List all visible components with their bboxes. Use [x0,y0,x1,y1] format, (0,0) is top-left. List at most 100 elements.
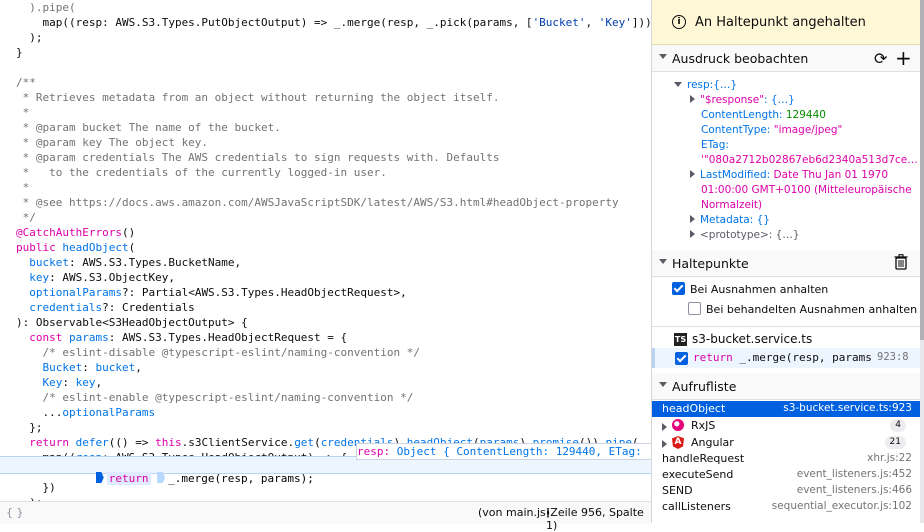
pause-on-caught-exceptions-label: Bei behandelten Ausnahmen anhalten [706,303,918,316]
collapsed-arrow-icon[interactable] [690,95,695,103]
watch-key: resp: [687,79,714,91]
frame-count-badge: 4 [890,419,906,432]
refresh-icon[interactable]: ⟳ [874,49,887,68]
pause-on-caught-exceptions-option[interactable]: Bei behandelten Ausnahmen anhalten [688,302,917,316]
code-token: /* eslint-disable @typescript-eslint/nam… [16,346,420,359]
source-map-link[interactable]: (von main.js) [478,506,550,519]
watch-row[interactable]: LastModified: Date Thu Jan 01 1970 [690,168,888,183]
trash-icon[interactable] [894,254,908,273]
code-line: * to the credentials of the currently lo… [16,165,387,180]
code-token: get [294,436,315,449]
pause-on-exceptions-checkbox[interactable] [672,282,685,295]
sidebar-scrollbar[interactable] [920,0,924,523]
sidebar-scrollbar-thumb[interactable] [920,0,924,340]
watch-row[interactable]: <prototype>: {…} [690,228,800,243]
code-token: key [16,271,50,284]
call-stack-frame[interactable]: headObject s3-bucket.service.ts:923 [652,401,920,417]
code-line: /** [16,75,36,90]
code-token: ?: Credentials [102,301,195,314]
code-token: * Retrieves metadata from an object with… [16,91,500,104]
watch-row[interactable]: Metadata: {} [690,213,770,228]
code-line: */ [16,210,36,225]
code-line: ); [16,30,42,45]
collapsed-arrow-icon[interactable] [690,170,695,178]
add-watch-icon[interactable]: + [895,46,912,70]
code-line: * [16,180,30,195]
code-line: * @param credentials The AWS credentials… [16,150,500,165]
code-line: @CatchAuthErrors() [16,225,135,240]
pause-on-exceptions-label: Bei Ausnahmen anhalten [690,283,829,296]
breakpoint-enabled-checkbox[interactable] [675,352,688,365]
breakpoints-header[interactable]: Haltepunkte [652,250,920,277]
call-stack-frame[interactable]: handleRequest xhr.js:22 [652,451,920,467]
code-token: ?: Partial<AWS.S3.Types.HeadObjectReques… [121,286,407,299]
info-icon: i [672,15,686,29]
code-token: Bucket [16,361,83,374]
code-token: * [16,181,30,194]
code-token: params [62,331,109,344]
code-editor[interactable]: ).pipe( map((resp: AWS.S3.Types.PutObjec… [0,0,651,501]
code-token: .s3ClientService. [181,436,295,449]
collapsed-arrow-icon[interactable] [662,440,667,448]
watch-expressions-header[interactable]: Ausdruck beobachten ⟳ + [652,45,920,72]
chevron-down-icon [659,259,667,264]
code-token: 'Key' [598,16,632,29]
column-breakpoint-active-icon[interactable] [95,472,104,483]
frame-name: Angular [691,436,734,449]
pause-on-exceptions-option[interactable]: Bei Ausnahmen anhalten [672,282,828,296]
code-token: * @param key The object key. [16,136,209,149]
watch-value: 129440 [782,109,826,121]
frame-name: callListeners [662,500,731,513]
code-token: 'Bucket' [532,16,586,29]
pause-on-caught-exceptions-checkbox[interactable] [688,302,701,315]
breakpoint-file[interactable]: TS s3-bucket.service.ts [652,326,920,349]
collapsed-arrow-icon[interactable] [662,423,667,431]
code-line: }) [16,480,56,495]
chevron-down-icon [659,382,667,387]
code-token: /* eslint-enable @typescript-eslint/nami… [16,391,414,404]
watch-row: ContentType: "image/jpeg" [701,123,842,138]
call-stack-group[interactable]: A Angular 21 [652,435,920,451]
pretty-print-button[interactable]: { } [6,506,24,519]
paused-banner: i An Haltepunkt angehalten [652,0,920,45]
code-token: * @see https://docs.aws.amazon.com/AWSJa… [16,196,619,209]
frame-location: event_listeners.js:466 [796,484,912,496]
breakpoint-entry[interactable]: return _.merge(resp, params); 923:8 [652,348,923,368]
call-stack-frame[interactable]: SEND event_listeners.js:466 [652,483,920,499]
watch-key: <prototype>: [700,229,773,241]
code-line: public headObject( [16,240,135,255]
call-stack-group[interactable]: RxJS 4 [652,418,920,434]
code-token: } [16,46,23,59]
value-preview-tooltip[interactable]: resp: Object { ContentLength: 129440, ET… [356,443,651,460]
paused-message: An Haltepunkt angehalten [695,15,866,30]
call-stack-header[interactable]: Aufrufliste [652,373,920,400]
debugger-sidebar: i An Haltepunkt angehalten Ausdruck beob… [652,0,924,523]
frame-location: xhr.js:22 [867,452,912,464]
code-token: credentials [16,301,103,314]
call-stack-frame[interactable]: callListeners sequential_executor.js:102 [652,499,920,515]
watch-value: {} [753,214,770,226]
typescript-file-icon: TS [674,333,687,346]
paused-return-keyword: return [106,472,151,485]
call-stack-frame[interactable]: executeSend event_listeners.js:452 [652,467,920,483]
watch-key: LastModified: [700,169,771,181]
code-token: : AWS.S3.ObjectKey, [49,271,175,284]
expanded-arrow-icon[interactable] [674,82,682,87]
code-line: const params: AWS.S3.Types.HeadObjectReq… [16,330,347,345]
collapsed-arrow-icon[interactable] [690,230,695,238]
frame-name: SEND [662,484,693,497]
code-line: * Retrieves metadata from an object with… [16,90,500,105]
watch-row[interactable]: "$response": {…} [690,93,795,108]
breakpoints-title: Haltepunkte [672,256,749,271]
frame-name: executeSend [662,468,734,481]
column-breakpoint-inactive-icon[interactable] [157,472,166,483]
collapsed-arrow-icon[interactable] [690,215,695,223]
paused-line-rest: _.merge(resp, params); [168,472,314,485]
code-line: ).pipe( [16,0,75,15]
code-token: * @param bucket The name of the bucket. [16,121,281,134]
tooltip-value: Object { ContentLength: 129440, ETag: '"… [396,445,651,458]
code-token: }) [16,481,56,494]
watch-row[interactable]: resp:{…} [674,78,737,93]
frame-location: event_listeners.js:452 [796,468,912,480]
